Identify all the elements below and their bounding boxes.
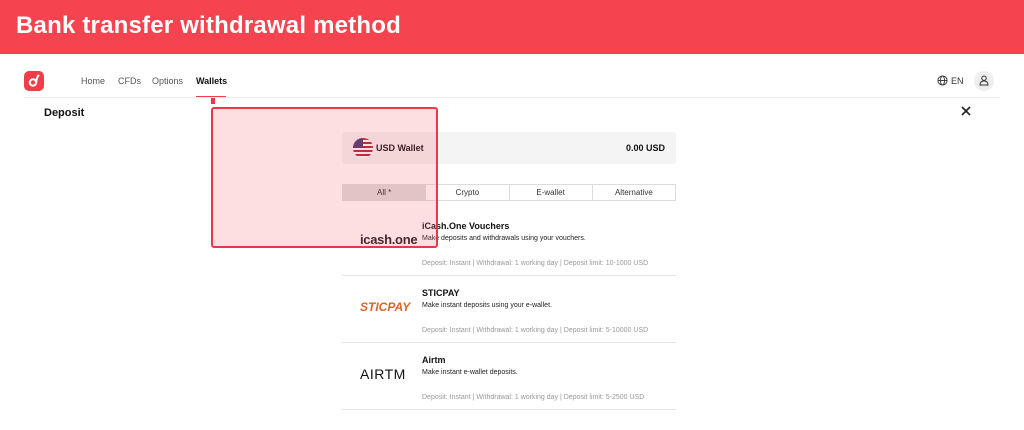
airtm-logo: AIRTM	[360, 366, 406, 382]
nav-divider	[24, 97, 1000, 98]
language-label: EN	[951, 75, 964, 86]
deposit-title: Deposit	[44, 107, 85, 119]
nav-item-wallets[interactable]: Wallets	[196, 76, 227, 86]
method-name: STICPAY	[422, 288, 460, 298]
brand-logo-icon[interactable]	[24, 71, 44, 91]
sticpay-logo: STICPAY	[360, 300, 411, 314]
method-info: Deposit: Instant | Withdrawal: 1 working…	[422, 394, 645, 401]
globe-icon	[937, 75, 948, 86]
method-info: Deposit: Instant | Withdrawal: 1 working…	[422, 260, 649, 267]
wallet-balance: 0.00 USD	[625, 143, 665, 153]
user-icon	[979, 75, 989, 86]
nav-item-cfds[interactable]: CFDs	[118, 76, 141, 86]
method-description: Make instant e-wallet deposits.	[422, 369, 518, 376]
nav-item-home[interactable]: Home	[81, 76, 105, 86]
title-banner: Bank transfer withdrawal method	[0, 0, 1024, 54]
highlight-tag	[211, 98, 215, 104]
highlight-box	[211, 107, 438, 248]
banner-title: Bank transfer withdrawal method	[16, 12, 401, 39]
language-selector[interactable]: EN	[937, 75, 964, 86]
tab-crypto[interactable]: Crypto	[426, 185, 510, 200]
user-avatar-button[interactable]	[974, 71, 994, 91]
close-icon[interactable]	[959, 104, 973, 118]
method-name: Airtm	[422, 355, 446, 365]
payment-method-sticpay[interactable]: STICPAY STICPAY Make instant deposits us…	[342, 277, 676, 343]
method-description: Make deposits and withdrawals using your…	[422, 235, 586, 242]
tab-alternative[interactable]: Alternative	[593, 185, 675, 200]
payment-method-airtm[interactable]: AIRTM Airtm Make instant e-wallet deposi…	[342, 344, 676, 410]
tab-e-wallet[interactable]: E-wallet	[510, 185, 593, 200]
nav-item-options[interactable]: Options	[152, 76, 183, 86]
method-info: Deposit: Instant | Withdrawal: 1 working…	[422, 327, 649, 334]
method-description: Make instant deposits using your e-walle…	[422, 302, 552, 309]
